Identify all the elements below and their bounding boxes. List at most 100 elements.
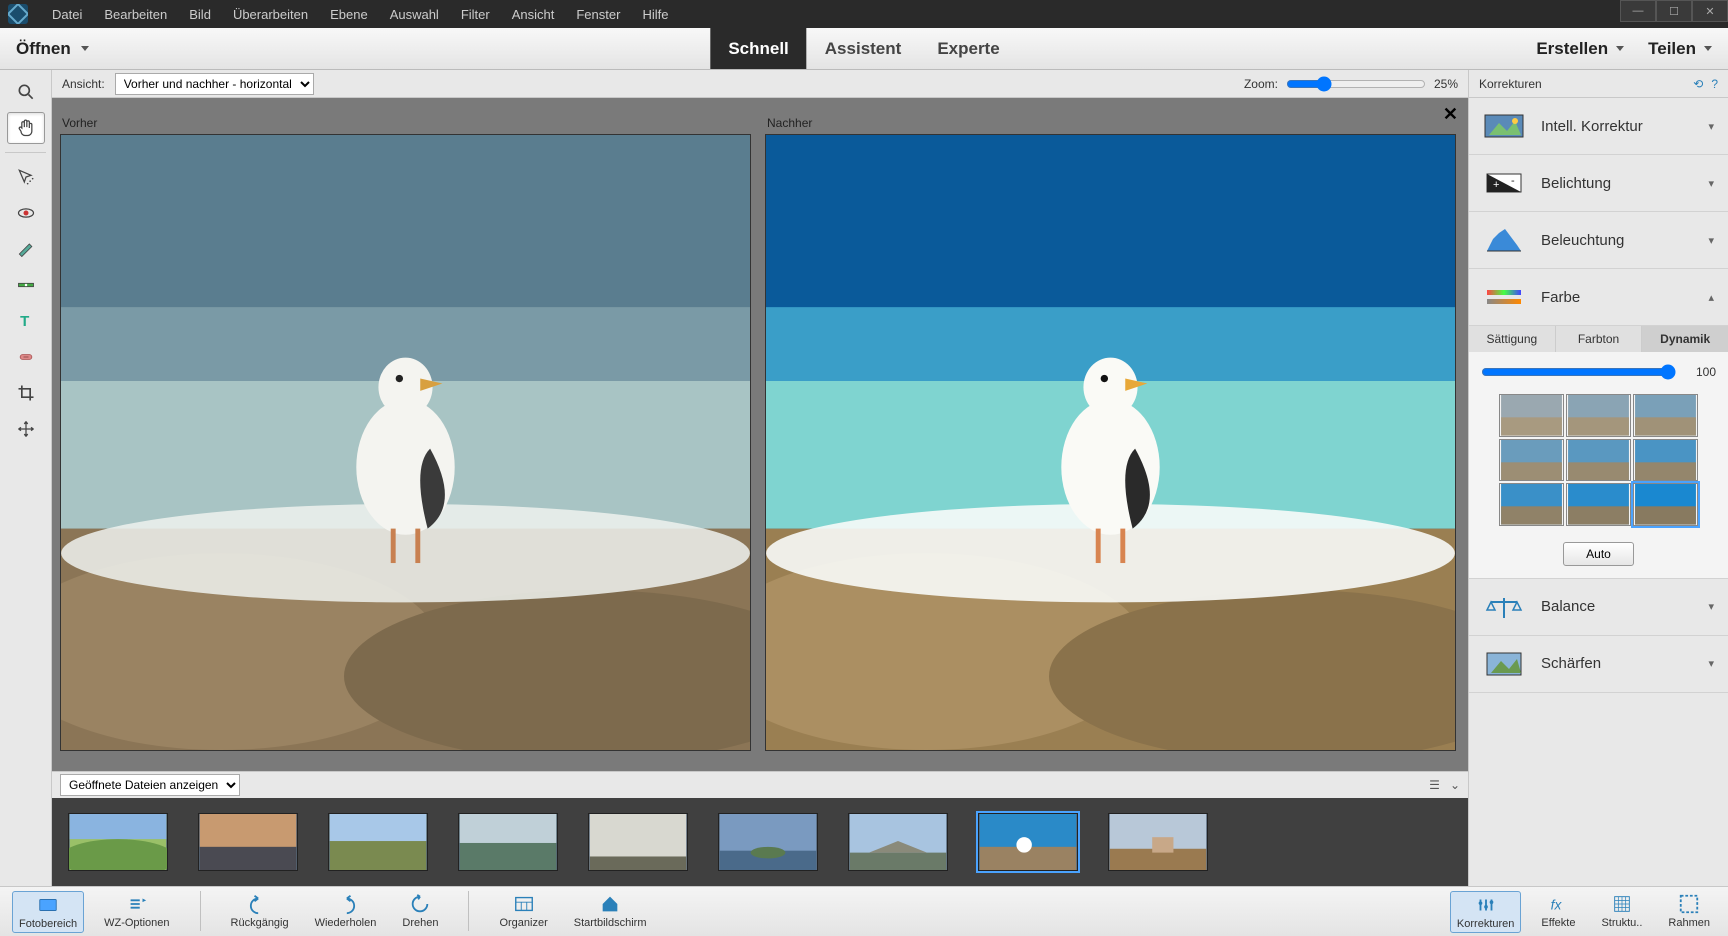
zoom-label: Zoom: [1244, 77, 1278, 91]
color-subtabs: Sättigung Farbton Dynamik [1469, 326, 1728, 352]
after-image[interactable] [765, 134, 1456, 751]
section-header[interactable]: Intell. Korrektur ▾ [1469, 98, 1728, 154]
open-menu[interactable]: Öffnen [16, 39, 89, 59]
vibrance-slider[interactable] [1481, 364, 1676, 380]
help-icon[interactable]: ? [1711, 77, 1718, 91]
close-document-button[interactable]: ✕ [1443, 104, 1458, 125]
exposure-icon: +- [1483, 168, 1525, 198]
main-area: T Ansicht: Vorher und nachher - horizont… [0, 70, 1728, 886]
straighten-tool[interactable] [7, 269, 45, 301]
preset-thumb[interactable] [1499, 483, 1564, 526]
thumbnail[interactable] [718, 813, 818, 871]
zoom-slider[interactable] [1286, 76, 1426, 92]
preset-thumb[interactable] [1566, 483, 1631, 526]
view-select[interactable]: Vorher und nachher - horizontal [115, 73, 314, 95]
minimize-button[interactable]: — [1620, 0, 1656, 22]
before-panel: Vorher [60, 116, 751, 751]
share-menu[interactable]: Teilen [1648, 39, 1712, 59]
menu-layer[interactable]: Ebene [320, 3, 378, 26]
window-controls: — ☐ ✕ [1620, 0, 1728, 22]
spot-heal-tool[interactable] [7, 341, 45, 373]
section-header[interactable]: Balance ▾ [1469, 579, 1728, 635]
undo-button[interactable]: Rückgängig [225, 891, 295, 933]
section-title: Beleuchtung [1541, 232, 1692, 249]
move-tool[interactable] [7, 413, 45, 445]
thumbnail[interactable] [848, 813, 948, 871]
menu-image[interactable]: Bild [179, 3, 221, 26]
smartfix-icon [1483, 111, 1525, 141]
subtab-hue[interactable]: Farbton [1556, 326, 1643, 352]
thumbnail[interactable] [198, 813, 298, 871]
create-label: Erstellen [1536, 39, 1608, 59]
preset-thumb[interactable] [1566, 394, 1631, 437]
thumbnail[interactable] [68, 813, 168, 871]
sort-icon[interactable]: ☰ [1429, 778, 1440, 792]
filmstrip[interactable] [52, 798, 1468, 886]
maximize-button[interactable]: ☐ [1656, 0, 1692, 22]
photo-bin-filter[interactable]: Geöffnete Dateien anzeigen [60, 774, 240, 796]
menu-window[interactable]: Fenster [566, 3, 630, 26]
zoom-tool[interactable] [7, 76, 45, 108]
section-header[interactable]: Farbe ▴ [1469, 269, 1728, 325]
preset-thumb[interactable] [1566, 439, 1631, 482]
bottom-right-group: Korrekturen fx Effekte Struktu.. Rahmen [1450, 891, 1716, 933]
thumbnail[interactable] [588, 813, 688, 871]
close-button[interactable]: ✕ [1692, 0, 1728, 22]
section-header[interactable]: Schärfen ▾ [1469, 636, 1728, 692]
menu-help[interactable]: Hilfe [632, 3, 678, 26]
menu-filter[interactable]: Filter [451, 3, 500, 26]
before-image[interactable] [60, 134, 751, 751]
frames-button[interactable]: Rahmen [1662, 891, 1716, 933]
chevron-up-icon: ▴ [1708, 291, 1714, 304]
preset-grid [1469, 388, 1728, 532]
thumbnail[interactable] [1108, 813, 1208, 871]
crop-tool[interactable] [7, 377, 45, 409]
text-tool[interactable]: T [7, 305, 45, 337]
reset-icon[interactable]: ⟲ [1693, 77, 1703, 91]
rotate-button[interactable]: Drehen [396, 891, 444, 933]
section-color: Farbe ▴ Sättigung Farbton Dynamik 100 [1469, 269, 1728, 579]
preset-thumb[interactable] [1633, 439, 1698, 482]
tab-guided[interactable]: Assistent [807, 28, 920, 69]
menu-enhance[interactable]: Überarbeiten [223, 3, 318, 26]
home-button[interactable]: Startbildschirm [568, 891, 653, 933]
photobin-button[interactable]: Fotobereich [12, 891, 84, 933]
preset-thumb[interactable] [1633, 483, 1698, 526]
tab-expert[interactable]: Experte [919, 28, 1017, 69]
menu-view[interactable]: Ansicht [502, 3, 565, 26]
adjustments-button[interactable]: Korrekturen [1450, 891, 1521, 933]
redo-button[interactable]: Wiederholen [309, 891, 383, 933]
organizer-button[interactable]: Organizer [493, 891, 553, 933]
auto-button[interactable]: Auto [1563, 542, 1634, 566]
menu-edit[interactable]: Bearbeiten [94, 3, 177, 26]
preset-thumb[interactable] [1633, 394, 1698, 437]
create-menu[interactable]: Erstellen [1536, 39, 1624, 59]
subtab-vibrance[interactable]: Dynamik [1642, 326, 1728, 352]
section-header[interactable]: Beleuchtung ▾ [1469, 212, 1728, 268]
tab-quick[interactable]: Schnell [710, 28, 806, 69]
tool-options-button[interactable]: WZ-Optionen [98, 891, 175, 933]
mode-bar: Öffnen Schnell Assistent Experte Erstell… [0, 28, 1728, 70]
section-header[interactable]: +- Belichtung ▾ [1469, 155, 1728, 211]
chevron-down-icon: ▾ [1708, 177, 1714, 190]
chevron-down-icon: ▾ [1708, 600, 1714, 613]
thumbnail[interactable] [458, 813, 558, 871]
menu-select[interactable]: Auswahl [380, 3, 449, 26]
effects-button[interactable]: fx Effekte [1535, 891, 1581, 933]
menu-bar: Datei Bearbeiten Bild Überarbeiten Ebene… [0, 0, 1728, 28]
redeye-tool[interactable] [7, 197, 45, 229]
hand-tool[interactable] [7, 112, 45, 144]
preset-thumb[interactable] [1499, 394, 1564, 437]
menu-file[interactable]: Datei [42, 3, 92, 26]
preset-thumb[interactable] [1499, 439, 1564, 482]
center-column: Ansicht: Vorher und nachher - horizontal… [52, 70, 1468, 886]
adjustments-accordion: Intell. Korrektur ▾ +- Belichtung ▾ Bele… [1469, 98, 1728, 886]
textures-button[interactable]: Struktu.. [1595, 891, 1648, 933]
quick-select-tool[interactable] [7, 161, 45, 193]
collapse-icon[interactable]: ⌄ [1450, 778, 1460, 792]
thumbnail[interactable] [978, 813, 1078, 871]
color-body: Sättigung Farbton Dynamik 100 [1469, 325, 1728, 578]
subtab-saturation[interactable]: Sättigung [1469, 326, 1556, 352]
whiten-tool[interactable] [7, 233, 45, 265]
thumbnail[interactable] [328, 813, 428, 871]
